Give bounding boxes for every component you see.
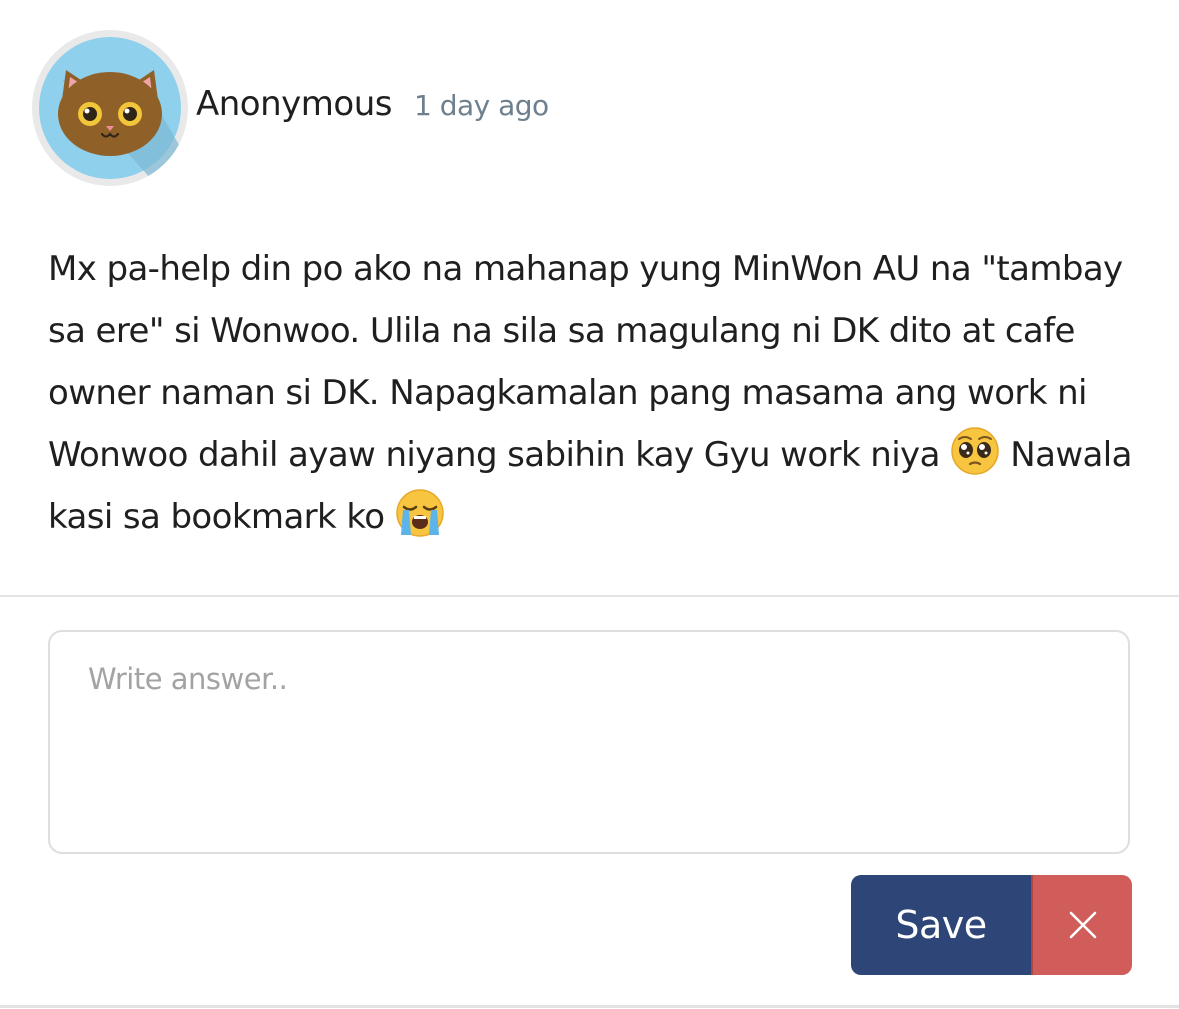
post-timestamp: 1 day ago: [414, 89, 549, 122]
divider: [0, 1005, 1179, 1008]
answer-input[interactable]: [48, 630, 1130, 854]
save-button[interactable]: Save: [851, 875, 1031, 975]
post-body: Mx pa-help din po ako na mahanap yung Mi…: [48, 238, 1138, 548]
answer-post-card: Anonymous 1 day ago Mx pa-help din po ak…: [0, 0, 1179, 1009]
cancel-button[interactable]: [1031, 875, 1132, 975]
cat-face-icon: [32, 30, 188, 186]
answer-actions: Save: [851, 875, 1132, 975]
close-icon: [1069, 911, 1096, 939]
divider: [0, 595, 1179, 597]
author-name: Anonymous: [196, 84, 392, 124]
loudly-crying-face-emoji: [395, 489, 444, 537]
pleading-face-emoji: [951, 427, 999, 475]
avatar: [32, 30, 188, 186]
